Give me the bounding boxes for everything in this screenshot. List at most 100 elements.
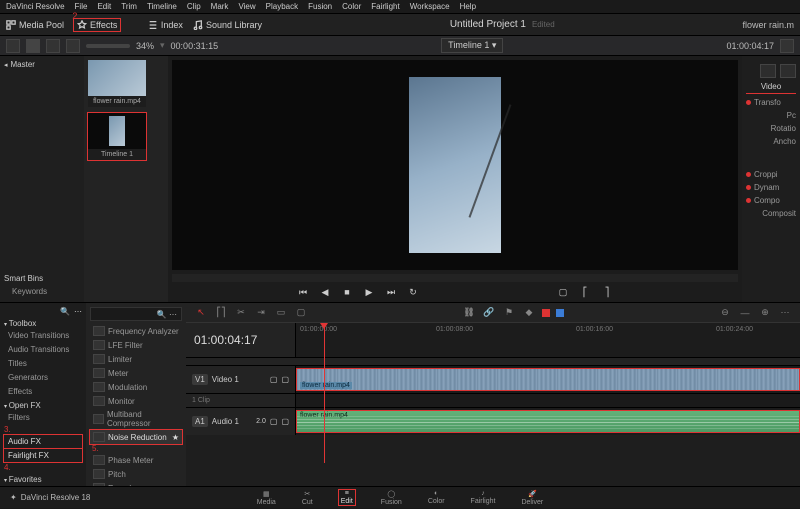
options-icon[interactable]: ⋯ bbox=[74, 307, 82, 316]
transform-group[interactable]: Transfo bbox=[746, 98, 796, 107]
search-icon[interactable]: 🔍 bbox=[60, 307, 70, 316]
viewer-canvas[interactable] bbox=[172, 60, 738, 270]
inspector-video-tab[interactable]: Video bbox=[746, 82, 796, 94]
master-bin[interactable]: Master bbox=[4, 60, 80, 69]
trim-tool-icon[interactable]: ⎡⎤ bbox=[214, 306, 228, 320]
stop-icon[interactable]: ■ bbox=[340, 287, 354, 297]
titles[interactable]: Titles bbox=[4, 357, 82, 370]
timeline-thumb[interactable]: Timeline 1 bbox=[88, 113, 146, 160]
menu-item[interactable]: Help bbox=[460, 2, 476, 11]
video-clip[interactable]: flower rain.mp4 bbox=[296, 368, 800, 391]
search-icon[interactable] bbox=[66, 39, 80, 53]
menu-item[interactable]: Clip bbox=[187, 2, 201, 11]
noise-reduction-fx[interactable]: Noise Reduction★ bbox=[90, 430, 182, 444]
fx-item[interactable]: LFE Filter bbox=[90, 338, 182, 352]
timeline-selector[interactable]: Timeline 1 ▾ bbox=[441, 38, 503, 53]
fx-item[interactable]: Limiter bbox=[90, 352, 182, 366]
edit-page[interactable]: ≡Edit bbox=[339, 490, 355, 505]
insert-tool-icon[interactable]: ⇥ bbox=[254, 306, 268, 320]
fairlight-page[interactable]: ♪Fairlight bbox=[471, 490, 496, 505]
effects-cat[interactable]: Effects bbox=[4, 385, 82, 398]
keywords-bin[interactable]: Keywords bbox=[4, 287, 47, 296]
timeline-ruler[interactable]: 01:00:00:00 01:00:08:00 01:00:16:00 01:0… bbox=[296, 323, 800, 357]
clip-thumb[interactable]: flower rain.mp4 bbox=[88, 60, 146, 107]
openfx-group[interactable]: Open FX bbox=[4, 401, 82, 410]
timeline-options-icon[interactable]: ⋯ bbox=[778, 306, 792, 320]
list-view-icon[interactable] bbox=[6, 39, 20, 53]
fx-item[interactable]: Pitch bbox=[90, 467, 182, 481]
track-mute-icon[interactable]: ▢ bbox=[281, 375, 289, 384]
fusion-page[interactable]: ◯Fusion bbox=[381, 490, 402, 506]
cropping-group[interactable]: Croppi bbox=[746, 170, 796, 179]
index-tab[interactable]: Index bbox=[148, 20, 183, 30]
deliver-page[interactable]: 🚀Deliver bbox=[521, 490, 543, 506]
play-icon[interactable]: ▶ bbox=[362, 287, 376, 298]
replace-tool-icon[interactable]: ▢ bbox=[294, 306, 308, 320]
video-lane[interactable]: flower rain.mp4 bbox=[296, 366, 800, 393]
marker-color-red[interactable] bbox=[542, 309, 550, 317]
menu-item[interactable]: Workspace bbox=[410, 2, 450, 11]
fairlight-fx[interactable]: Fairlight FX bbox=[4, 449, 82, 462]
loop-icon[interactable]: ↻ bbox=[406, 287, 420, 298]
match-frame-icon[interactable]: ▢ bbox=[556, 287, 570, 298]
fx-item[interactable]: Modulation bbox=[90, 380, 182, 394]
menu-item[interactable]: Edit bbox=[97, 2, 111, 11]
marker-icon[interactable]: ◆ bbox=[522, 306, 536, 320]
fx-item[interactable]: Phase Meter bbox=[90, 453, 182, 467]
mark-out-icon[interactable]: ⎤ bbox=[600, 287, 614, 298]
prev-frame-icon[interactable]: ◀ bbox=[318, 287, 332, 298]
overwrite-tool-icon[interactable]: ▭ bbox=[274, 306, 288, 320]
composite-group[interactable]: Compo bbox=[746, 196, 796, 205]
viewer-option-icon[interactable] bbox=[780, 39, 794, 53]
toolbox-group[interactable]: Toolbox bbox=[4, 319, 82, 328]
blade-tool-icon[interactable]: ✂ bbox=[234, 306, 248, 320]
fx-item[interactable]: Frequency Analyzer bbox=[90, 324, 182, 338]
inspector-tab-icon[interactable] bbox=[780, 64, 796, 78]
viewer-zoom[interactable]: 34% bbox=[136, 41, 154, 51]
flag-icon[interactable]: ⚑ bbox=[502, 306, 516, 320]
inspector-tab-icon[interactable] bbox=[760, 64, 776, 78]
fx-item[interactable]: Multiband Compressor bbox=[90, 408, 182, 430]
fx-item[interactable]: Meter bbox=[90, 366, 182, 380]
audio-lane[interactable]: flower rain.mp4 bbox=[296, 408, 800, 435]
marker-color-blue[interactable] bbox=[556, 309, 564, 317]
media-page[interactable]: ▦Media bbox=[257, 490, 276, 506]
zoom-in-icon[interactable]: ⊕ bbox=[758, 306, 772, 320]
video-transitions[interactable]: Video Transitions bbox=[4, 329, 82, 342]
effects-search[interactable]: 🔍 ⋯ bbox=[90, 307, 182, 321]
menu-item[interactable]: Color bbox=[342, 2, 361, 11]
menu-item[interactable]: Timeline bbox=[147, 2, 177, 11]
sound-library-tab[interactable]: Sound Library bbox=[193, 20, 262, 30]
track-mute-icon[interactable]: ▢ bbox=[281, 417, 289, 426]
track-a1-tag[interactable]: A1 bbox=[192, 416, 208, 427]
sort-icon[interactable] bbox=[46, 39, 60, 53]
track-solo-icon[interactable]: ▢ bbox=[270, 417, 278, 426]
snap-icon[interactable]: ⛓ bbox=[462, 306, 476, 320]
zoom-slider[interactable]: — bbox=[738, 306, 752, 320]
effects-tab[interactable]: Effects bbox=[74, 19, 120, 31]
filters[interactable]: Filters bbox=[4, 411, 82, 424]
generators[interactable]: Generators bbox=[4, 371, 82, 384]
menu-item[interactable]: DaVinci Resolve bbox=[6, 2, 65, 11]
fx-item[interactable]: Monitor bbox=[90, 394, 182, 408]
link-icon[interactable]: 🔗 bbox=[482, 306, 496, 320]
favorites-group[interactable]: Favorites bbox=[4, 475, 82, 484]
next-frame-icon[interactable]: ⏭ bbox=[384, 287, 398, 298]
thumb-view-icon[interactable] bbox=[26, 39, 40, 53]
audio-transitions[interactable]: Audio Transitions bbox=[4, 343, 82, 356]
cut-page[interactable]: ✂Cut bbox=[302, 490, 313, 506]
zoom-out-icon[interactable]: ⊖ bbox=[718, 306, 732, 320]
media-pool-tab[interactable]: Media Pool bbox=[6, 20, 64, 30]
menu-item[interactable]: Playback bbox=[266, 2, 298, 11]
viewer-scrubber[interactable] bbox=[172, 274, 738, 282]
track-v1-tag[interactable]: V1 bbox=[192, 374, 208, 385]
menu-item[interactable]: Mark bbox=[211, 2, 229, 11]
audio-fx[interactable]: Audio FX bbox=[4, 435, 82, 448]
zoom-slider[interactable] bbox=[86, 44, 130, 48]
menu-item[interactable]: View bbox=[238, 2, 255, 11]
first-frame-icon[interactable]: ⏮ bbox=[296, 287, 310, 298]
mark-in-icon[interactable]: ⎡ bbox=[578, 287, 592, 298]
menu-item[interactable]: Trim bbox=[121, 2, 137, 11]
color-page[interactable]: ◐Color bbox=[428, 490, 445, 505]
audio-clip[interactable]: flower rain.mp4 bbox=[296, 410, 800, 433]
